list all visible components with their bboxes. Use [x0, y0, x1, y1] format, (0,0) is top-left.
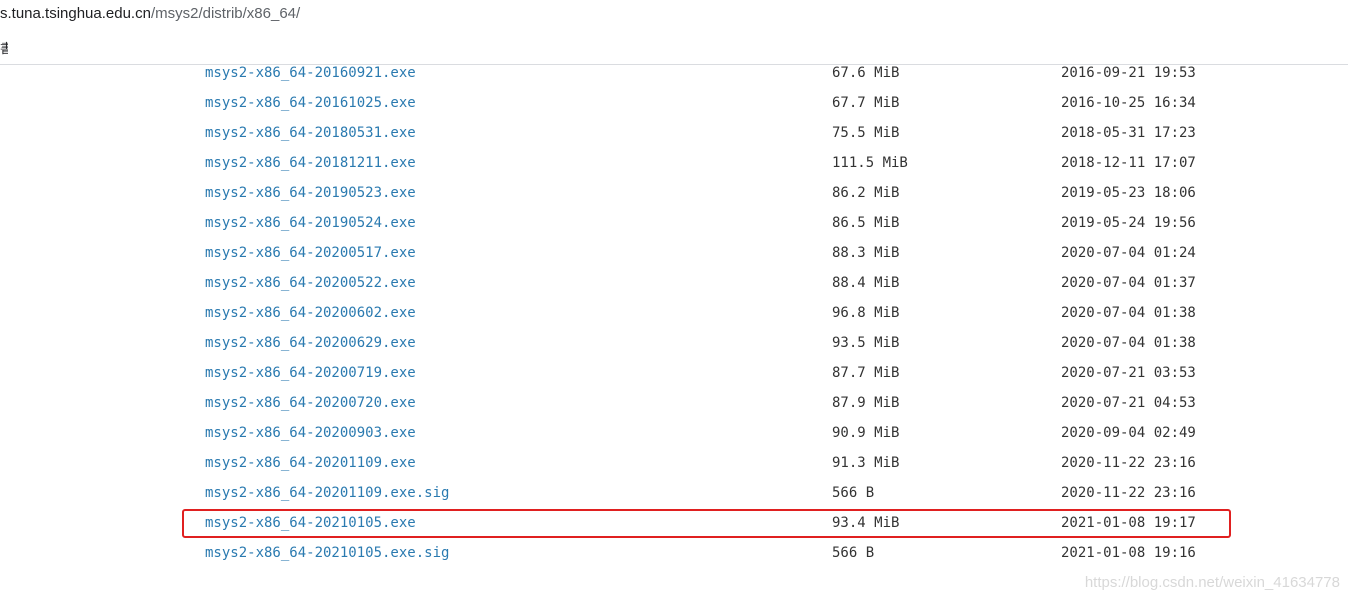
- file-link[interactable]: msys2-x86_64-20201109.exe: [205, 455, 416, 471]
- url-host: s.tuna.tsinghua.edu.cn: [0, 5, 151, 22]
- file-link[interactable]: msys2-x86_64-20200903.exe: [205, 425, 416, 441]
- file-row: msys2-x86_64-20200719.exe 87.7 MiB 2020-07…: [0, 359, 1348, 389]
- file-size: 93.4 MiB: [832, 515, 900, 531]
- file-date: 2016-09-21 19:53: [1061, 65, 1196, 81]
- file-size: 86.2 MiB: [832, 185, 900, 201]
- url-text[interactable]: s.tuna.tsinghua.edu.cn/msys2/distrib/x86…: [0, 5, 300, 22]
- file-date: 2020-07-04 01:24: [1061, 245, 1196, 261]
- file-link[interactable]: msys2-x86_64-20180531.exe: [205, 125, 416, 141]
- file-date: 2016-10-25 16:34: [1061, 95, 1196, 111]
- file-row: msys2-x86_64-20210105.exe 93.4 MiB 2021-01…: [0, 509, 1348, 539]
- file-row: msys2-x86_64-20200602.exe 96.8 MiB 2020-07…: [0, 299, 1348, 329]
- file-size: 91.3 MiB: [832, 455, 900, 471]
- file-row: msys2-x86_64-20200629.exe 93.5 MiB 2020-07…: [0, 329, 1348, 359]
- file-link[interactable]: msys2-x86_64-20200517.exe: [205, 245, 416, 261]
- file-row: msys2-x86_64-20190524.exe 86.5 MiB 2019-05…: [0, 209, 1348, 239]
- file-link[interactable]: msys2-x86_64-20190523.exe: [205, 185, 416, 201]
- file-size: 88.4 MiB: [832, 275, 900, 291]
- file-link[interactable]: msys2-x86_64-20201109.exe.sig: [205, 485, 449, 501]
- file-row: msys2-x86_64-20200720.exe 87.9 MiB 2020-07…: [0, 389, 1348, 419]
- file-row: msys2-x86_64-20190523.exe 86.2 MiB 2019-05…: [0, 179, 1348, 209]
- file-row: msys2-x86_64-20180531.exe 75.5 MiB 2018-05…: [0, 119, 1348, 149]
- file-size: 75.5 MiB: [832, 125, 900, 141]
- file-date: 2020-07-04 01:37: [1061, 275, 1196, 291]
- file-date: 2020-09-04 02:49: [1061, 425, 1196, 441]
- file-size: 111.5 MiB: [832, 155, 908, 171]
- file-link[interactable]: msys2-x86_64-20200629.exe: [205, 335, 416, 351]
- file-date: 2019-05-23 18:06: [1061, 185, 1196, 201]
- watermark: https://blog.csdn.net/weixin_41634778: [1084, 574, 1340, 591]
- file-date: 2018-05-31 17:23: [1061, 125, 1196, 141]
- file-size: 566 B: [832, 485, 875, 501]
- file-date: 2020-11-22 23:16: [1061, 485, 1196, 501]
- file-size: 566 B: [832, 545, 875, 561]
- url-path: /msys2/distrib/x86_64/: [150, 5, 301, 22]
- address-bar[interactable]: s.tuna.tsinghua.edu.cn/msys2/distrib/x86…: [0, 0, 1348, 30]
- file-link[interactable]: msys2-x86_64-20200720.exe: [205, 395, 416, 411]
- file-date: 2020-07-21 04:53: [1061, 395, 1196, 411]
- file-size: 93.5 MiB: [832, 335, 900, 351]
- file-row: msys2-x86_64-20200903.exe 90.9 MiB 2020-09…: [0, 419, 1348, 449]
- file-row: msys2-x86_64-20160921.exe 67.6 MiB 2016-09…: [0, 59, 1348, 89]
- file-row: msys2-x86_64-20201109.exe 91.3 MiB 2020-11…: [0, 449, 1348, 479]
- file-date: 2018-12-11 17:07: [1061, 155, 1196, 171]
- bookmark-item[interactable]: 書: [0, 38, 8, 57]
- file-date: 2020-11-22 23:16: [1061, 455, 1196, 471]
- file-date: 2020-07-04 01:38: [1061, 335, 1196, 351]
- file-link[interactable]: msys2-x86_64-20190524.exe: [205, 215, 416, 231]
- file-row: msys2-x86_64-20200517.exe 88.3 MiB 2020-07…: [0, 239, 1348, 269]
- file-link[interactable]: msys2-x86_64-20200602.exe: [205, 305, 416, 321]
- file-date: 2021-01-08 19:16: [1061, 545, 1196, 561]
- file-size: 67.6 MiB: [832, 65, 900, 81]
- file-size: 96.8 MiB: [832, 305, 900, 321]
- file-link[interactable]: msys2-x86_64-20210105.exe.sig: [205, 545, 449, 561]
- file-row: msys2-x86_64-20210105.exe.sig 566 B 2021-0…: [0, 539, 1348, 569]
- file-date: 2019-05-24 19:56: [1061, 215, 1196, 231]
- file-link[interactable]: msys2-x86_64-20181211.exe: [205, 155, 416, 171]
- file-size: 67.7 MiB: [832, 95, 900, 111]
- file-row: msys2-x86_64-20181211.exe 111.5 MiB 2018-1…: [0, 149, 1348, 179]
- file-row: msys2-x86_64-20161025.exe 67.7 MiB 2016-10…: [0, 89, 1348, 119]
- file-size: 88.3 MiB: [832, 245, 900, 261]
- file-link[interactable]: msys2-x86_64-20161025.exe: [205, 95, 416, 111]
- file-date: 2021-01-08 19:17: [1061, 515, 1196, 531]
- file-size: 87.7 MiB: [832, 365, 900, 381]
- file-row: msys2-x86_64-20201109.exe.sig 566 B 2020-1…: [0, 479, 1348, 509]
- file-row: msys2-x86_64-20200522.exe 88.4 MiB 2020-07…: [0, 269, 1348, 299]
- file-size: 86.5 MiB: [832, 215, 900, 231]
- file-link[interactable]: msys2-x86_64-20200522.exe: [205, 275, 416, 291]
- file-link[interactable]: msys2-x86_64-20200719.exe: [205, 365, 416, 381]
- file-size: 90.9 MiB: [832, 425, 900, 441]
- file-link[interactable]: msys2-x86_64-20210105.exe: [205, 515, 416, 531]
- file-date: 2020-07-04 01:38: [1061, 305, 1196, 321]
- file-link[interactable]: msys2-x86_64-20160921.exe: [205, 65, 416, 81]
- file-date: 2020-07-21 03:53: [1061, 365, 1196, 381]
- file-size: 87.9 MiB: [832, 395, 900, 411]
